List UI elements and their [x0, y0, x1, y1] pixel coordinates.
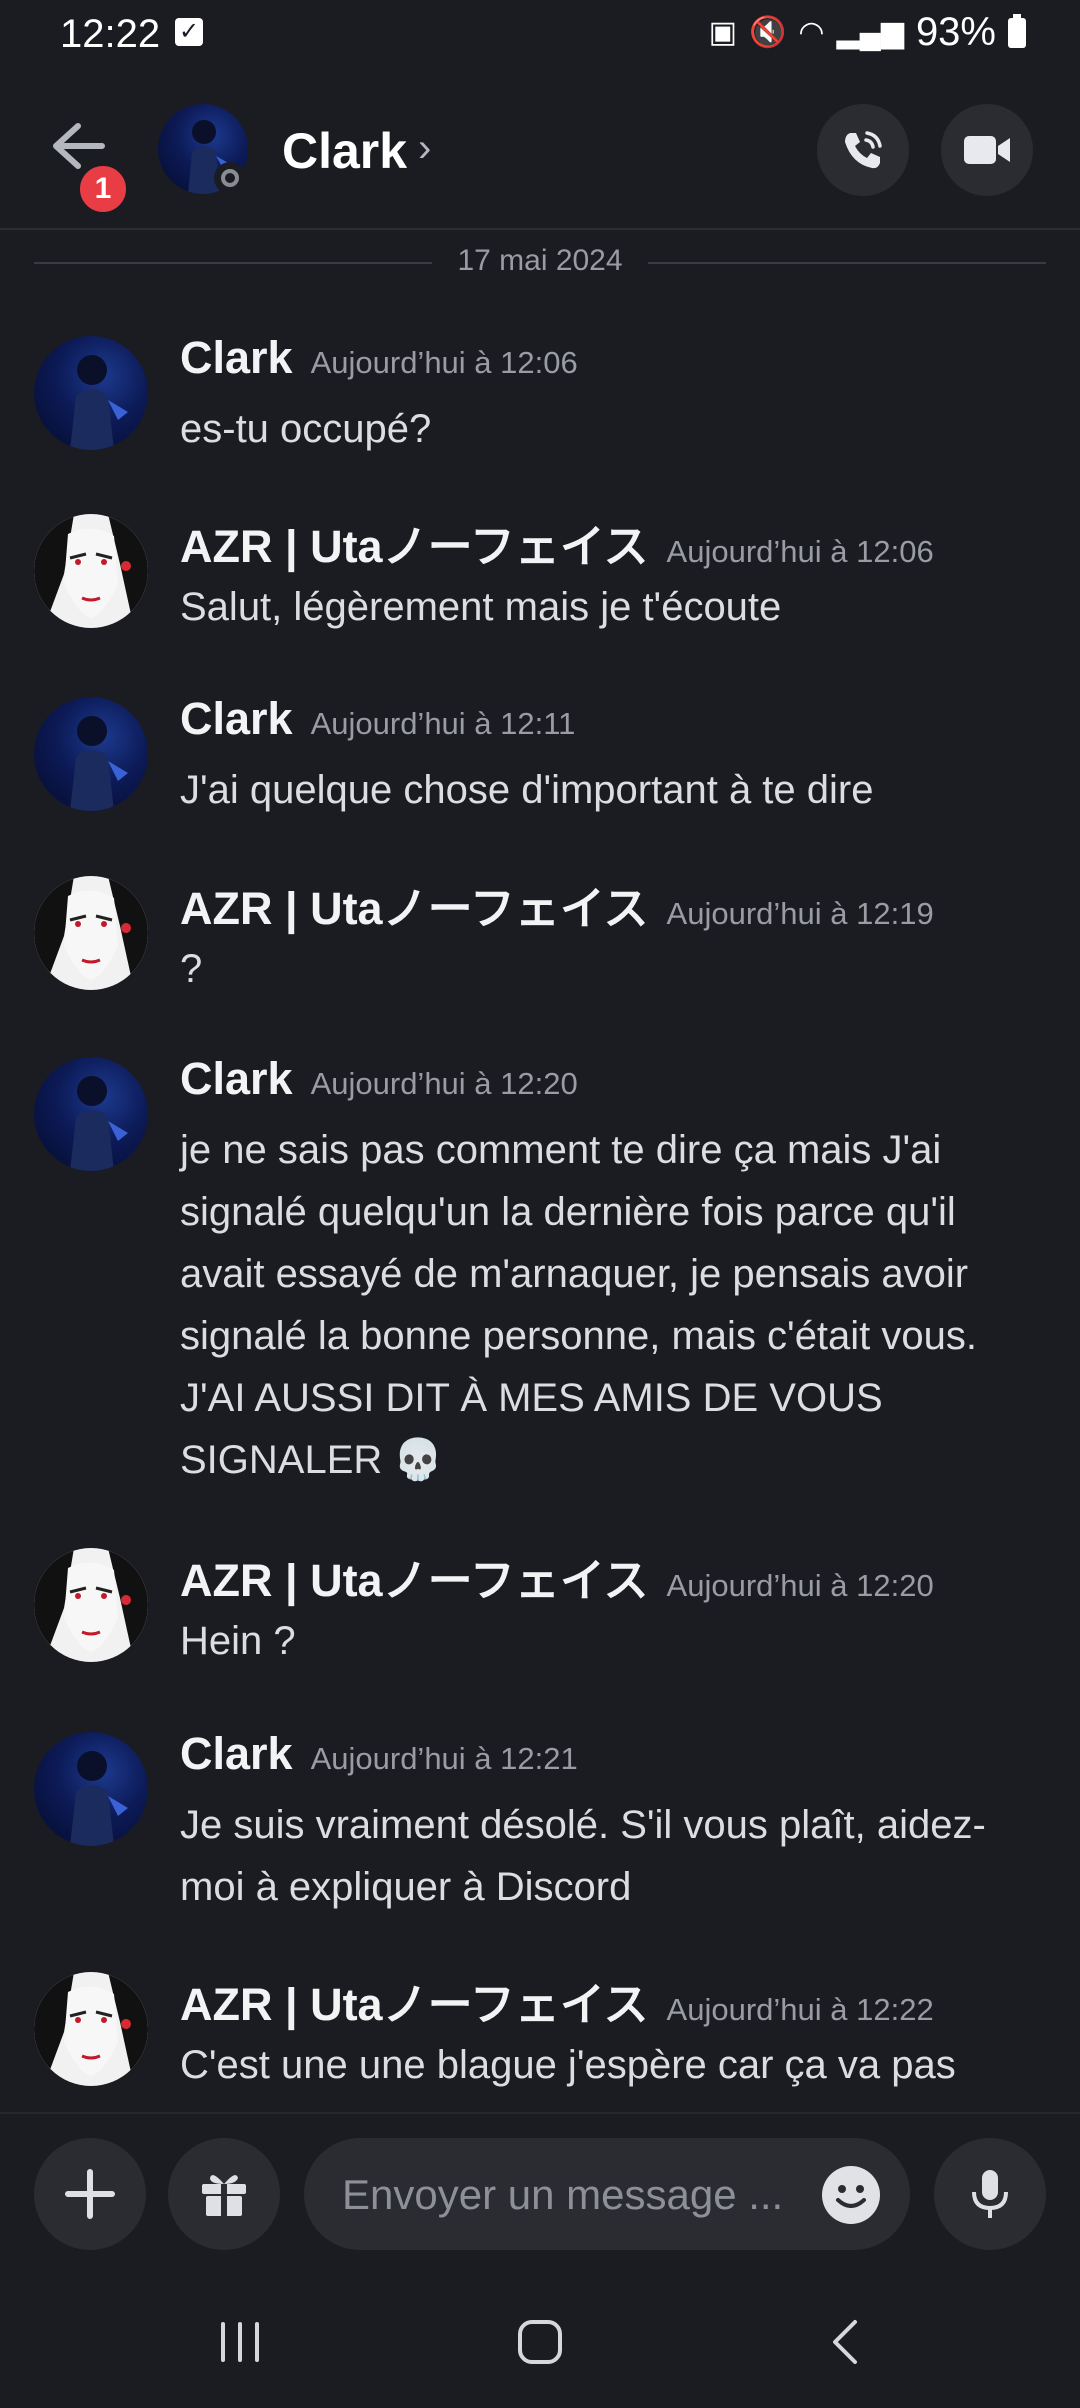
plus-icon [65, 2169, 115, 2219]
message-text: Je suis vraiment désolé. S'il vous plaît… [180, 1803, 986, 1909]
status-icons: ▣ 🔇 ◠ ▂▄▆ 93% [709, 10, 1026, 55]
microphone-icon [972, 2170, 1008, 2218]
message-input-wrapper [304, 2138, 910, 2252]
avatar[interactable] [34, 1972, 148, 2086]
chat-header: 1 Clark › [0, 70, 1080, 230]
unread-badge: 1 [76, 162, 130, 216]
emoji-button[interactable] [822, 2166, 880, 2224]
avatar-image [34, 876, 148, 990]
message-author[interactable]: AZR | Utaノーフェイス [180, 883, 649, 934]
avatar[interactable] [34, 876, 148, 990]
chevron-right-icon[interactable]: › [418, 126, 431, 171]
avatar-image [34, 1972, 148, 2086]
battery-percent: 93% [915, 10, 996, 54]
message-timestamp: Aujourd’hui à 12:20 [666, 1568, 934, 1603]
chevron-left-icon [833, 2320, 857, 2364]
message-composer [0, 2112, 1080, 2274]
home-icon [518, 2320, 562, 2364]
avatar[interactable] [34, 336, 148, 450]
recents-icon [221, 2322, 259, 2362]
message-text: C'est une une blague j'espère car ça va … [180, 2043, 956, 2087]
message-author[interactable]: AZR | Utaノーフェイス [180, 521, 649, 572]
message-text: es-tu occupé? [180, 407, 432, 451]
system-back-button[interactable] [795, 2302, 895, 2382]
gift-button[interactable] [168, 2138, 280, 2250]
message-author[interactable]: AZR | Utaノーフェイス [180, 1979, 649, 2030]
avatar[interactable] [34, 514, 148, 628]
notification-check-icon: ✓ [175, 18, 203, 46]
add-attachment-button[interactable] [34, 2138, 146, 2250]
message-text: Salut, légèrement mais je t'écoute [180, 585, 782, 629]
message-author[interactable]: Clark [180, 1053, 293, 1104]
signal-icon: ▂▄▆ [836, 16, 904, 49]
message-text: Hein ? [180, 1619, 296, 1663]
avatar[interactable] [34, 1057, 148, 1171]
video-call-button[interactable] [941, 104, 1033, 196]
message-timestamp: Aujourd’hui à 12:21 [310, 1741, 578, 1776]
message-timestamp: Aujourd’hui à 12:06 [310, 345, 578, 380]
message-timestamp: Aujourd’hui à 12:19 [666, 896, 934, 931]
smiley-icon [836, 2185, 866, 2208]
message-text: ? [180, 947, 203, 991]
recent-apps-button[interactable] [190, 2302, 290, 2382]
phone-icon [845, 131, 882, 169]
message-timestamp: Aujourd’hui à 12:20 [310, 1066, 578, 1101]
avatar-image [70, 1076, 128, 1171]
message-timestamp: Aujourd’hui à 12:22 [666, 1992, 934, 2027]
message-author[interactable]: Clark [180, 332, 293, 383]
gift-icon [202, 2175, 246, 2216]
video-camera-icon [964, 136, 1010, 164]
wifi-icon: ◠ [798, 16, 825, 49]
battery-saver-icon: ▣ [708, 16, 737, 49]
message-timestamp: Aujourd’hui à 12:06 [666, 534, 934, 569]
presence-status-dot [214, 162, 246, 194]
avatar-image [34, 514, 148, 628]
message-author[interactable]: Clark [180, 1728, 293, 1779]
voice-message-button[interactable] [934, 2138, 1046, 2250]
avatar-image [70, 1751, 128, 1846]
date-separator: 17 mai 2024 [34, 240, 1046, 284]
message-text: J'ai quelque chose d'important à te dire [180, 768, 874, 812]
avatar[interactable] [34, 1732, 148, 1846]
message-timestamp: Aujourd’hui à 12:11 [310, 706, 576, 741]
home-button[interactable] [490, 2302, 590, 2382]
system-navigation-bar [0, 2272, 1080, 2408]
avatar-image [34, 1548, 148, 1662]
mute-icon: 🔇 [748, 16, 787, 49]
avatar-image [70, 355, 128, 450]
status-time: 12:22 [60, 12, 161, 56]
voice-call-button[interactable] [817, 104, 909, 196]
message-author[interactable]: Clark [180, 693, 293, 744]
avatar[interactable] [34, 1548, 148, 1662]
date-label: 17 mai 2024 [437, 244, 643, 277]
message-text: je ne sais pas comment te dire ça mais J… [180, 1128, 978, 1482]
status-bar: 12:22 ✓ ▣ 🔇 ◠ ▂▄▆ 93% [0, 0, 1080, 70]
message-author[interactable]: AZR | Utaノーフェイス [180, 1555, 649, 1606]
message-input[interactable] [340, 2138, 794, 2252]
battery-icon [1008, 13, 1026, 48]
avatar[interactable] [34, 697, 148, 811]
avatar-image [70, 716, 128, 811]
channel-name[interactable]: Clark [282, 122, 407, 180]
